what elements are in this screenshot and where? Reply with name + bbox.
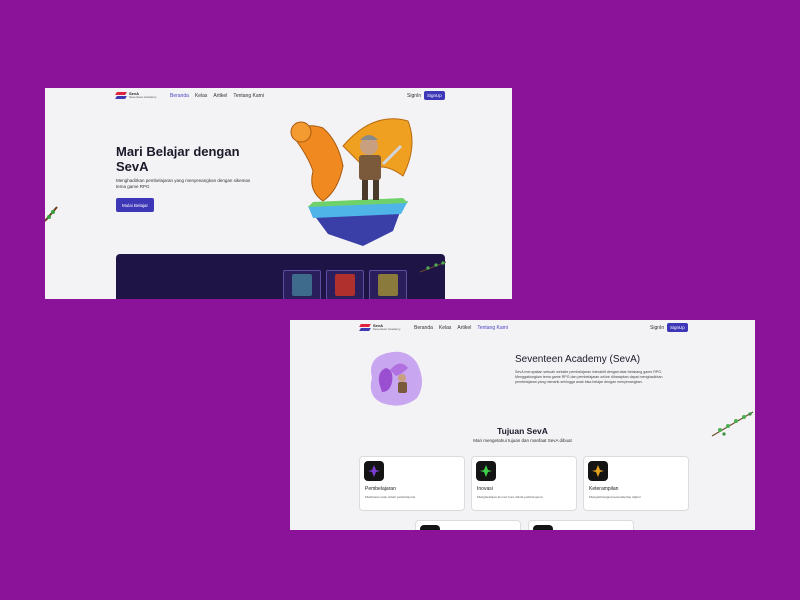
hero-description: Menghadirkan pembelajaran yang menyenang…: [116, 178, 251, 189]
logo-icon: [359, 324, 371, 331]
card-description: Mengembangkan keterampilan digital: [589, 495, 641, 499]
logo-icon: [115, 92, 127, 99]
card-description: Menghadirkan inovasi baru dalam pembelaj…: [477, 495, 543, 499]
about-page-screenshot: SevA Seventeen Academy Beranda Kelas Art…: [290, 320, 755, 530]
nav-kelas[interactable]: Kelas: [439, 325, 452, 331]
hero-title: Mari Belajar dengan SevA: [116, 144, 240, 174]
dragon-illustration: [370, 351, 422, 406]
card-description: Membantu anak dalam pembelajaran: [365, 495, 416, 499]
card-title: Keterampilan: [589, 486, 619, 492]
signin-link[interactable]: SignIn: [650, 325, 664, 331]
signup-button[interactable]: SignUp: [424, 91, 445, 100]
goals-subtitle: Mari mengetahui tujuan dan manfaat SevA …: [473, 438, 572, 443]
nav-links: Beranda Kelas Artikel Tentang Kami: [170, 93, 264, 99]
book-card-3[interactable]: [369, 270, 407, 299]
item-icon: [533, 525, 553, 530]
nav-artikel[interactable]: Artikel: [457, 325, 471, 331]
goal-card-inovasi[interactable]: Inovasi Menghadirkan inovasi baru dalam …: [471, 456, 577, 511]
magic-icon: [364, 461, 384, 481]
signin-link[interactable]: SignIn: [407, 93, 421, 99]
logo-subtitle: Seventeen Academy: [129, 95, 157, 99]
book-icon: [292, 274, 312, 296]
nav-beranda[interactable]: Beranda: [170, 93, 189, 99]
book-card-2[interactable]: [326, 270, 364, 299]
dragon-warrior-illustration: [290, 118, 413, 246]
goals-title: Tujuan SevA: [497, 426, 548, 436]
logo-subtitle: Seventeen Academy: [373, 327, 401, 331]
nav-artikel[interactable]: Artikel: [213, 93, 227, 99]
item-icon: [420, 525, 440, 530]
signup-button[interactable]: SignUp: [667, 323, 688, 332]
branch-decoration: [45, 206, 58, 222]
goal-card-partial[interactable]: [415, 520, 521, 530]
branch-decoration: [419, 261, 447, 273]
about-title: Seventeen Academy (SevA): [515, 354, 641, 365]
nav-kelas[interactable]: Kelas: [195, 93, 208, 99]
skill-icon: [588, 461, 608, 481]
nav-tentang-kami[interactable]: Tentang Kami: [477, 325, 508, 331]
navbar: SevA Seventeen Academy Beranda Kelas Art…: [45, 88, 512, 104]
navbar: SevA Seventeen Academy Beranda Kelas Art…: [290, 320, 755, 336]
book-icon: [378, 274, 398, 296]
start-learning-button[interactable]: Mulai Belajar: [116, 198, 154, 212]
about-description: SevA merupakan sebuah website pembelajar…: [515, 370, 663, 384]
card-title: Pembelajaran: [365, 486, 396, 492]
card-title: Inovasi: [477, 486, 493, 492]
nav-tentang-kami[interactable]: Tentang Kami: [233, 93, 264, 99]
goal-card-keterampilan[interactable]: Keterampilan Mengembangkan keterampilan …: [583, 456, 689, 511]
book-icon: [335, 274, 355, 296]
goal-card-pembelajaran[interactable]: Pembelajaran Membantu anak dalam pembela…: [359, 456, 465, 511]
book-card-1[interactable]: [283, 270, 321, 299]
goal-card-partial[interactable]: [528, 520, 634, 530]
nav-links: Beranda Kelas Artikel Tentang Kami: [414, 325, 508, 331]
logo[interactable]: SevA Seventeen Academy: [115, 92, 157, 99]
logo[interactable]: SevA Seventeen Academy: [359, 324, 401, 331]
nav-beranda[interactable]: Beranda: [414, 325, 433, 331]
potion-icon: [476, 461, 496, 481]
homepage-screenshot: SevA Seventeen Academy Beranda Kelas Art…: [45, 88, 512, 299]
